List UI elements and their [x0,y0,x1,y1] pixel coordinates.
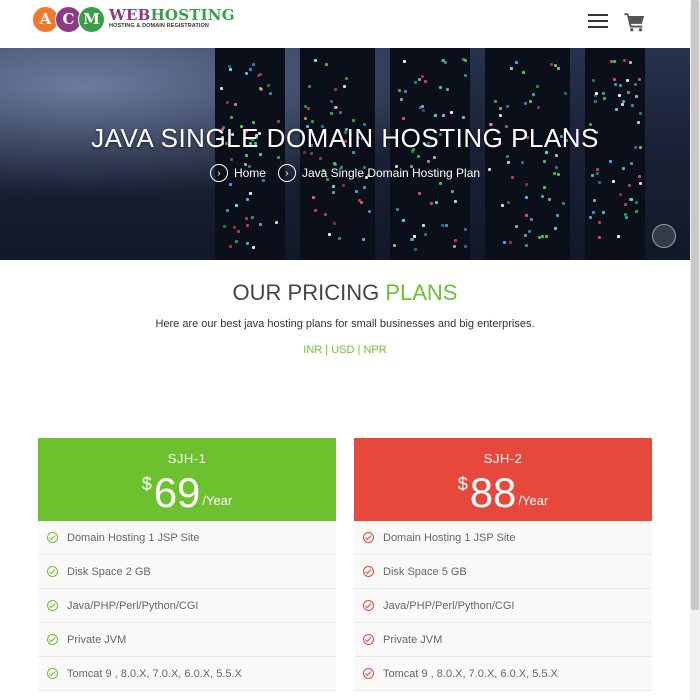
page-scrollbar[interactable] [690,0,700,700]
price-period: /Year [518,493,549,508]
currency-inr-link[interactable]: INR [303,344,322,356]
feature-label: Disk Space 5 GB [383,565,467,578]
feature-label: Private JVM [67,633,127,646]
plan-feature: Domain Hosting 1 JSP Site [354,521,652,555]
hamburger-icon[interactable] [588,14,608,30]
pricing-title-highlight: PLANS [385,280,458,305]
plan-feature: Java/PHP/Perl/Python/CGI [38,589,336,623]
logo-text: WEBHOSTING HOSTING & DOMAIN REGISTRATION [109,8,235,30]
feature-label: Disk Space 2 GB [67,565,151,578]
logo-main: WEBHOSTING [109,8,235,23]
currency-npr-link[interactable]: NPR [363,344,386,356]
check-circle-icon [47,634,58,645]
price-period: /Year [202,493,233,508]
pricing-subtitle: Here are our best java hosting plans for… [155,318,535,330]
logo-main-web: WEB [109,6,151,25]
plan-feature: Private JVM [38,623,336,657]
currency-switcher: INR | USD | NPR [0,344,690,356]
plan-feature: Tomcat 9 , 8.0.X, 7.0.X, 6.0.X, 5.5.X [354,657,652,691]
plan-feature: Disk Space 2 GB [38,555,336,589]
breadcrumb-home[interactable]: › Home [209,164,266,182]
breadcrumb-current[interactable]: › Java Single Domain Hosting Plan [277,164,481,182]
plan-price: $ 69 /Year [38,470,336,516]
check-circle-icon [47,566,58,577]
plan-feature: Java/PHP/Perl/Python/CGI [354,589,652,623]
plan-card-header: SJH-1 $ 69 /Year [38,438,336,521]
plan-name: SJH-1 [167,451,207,466]
check-circle-icon [47,668,58,679]
breadcrumb-current-label: Java Single Domain Hosting Plan [301,166,481,180]
feature-label: Domain Hosting 1 JSP Site [67,531,200,544]
plan-card-sjh-1: SJH-1 $ 69 /Year Domain Hosting 1 JSP Si… [38,438,336,691]
pricing-title: OUR PRICING PLANS [0,280,690,306]
plan-feature: Tomcat 9 , 8.0.X, 7.0.X, 6.0.X, 5.5.X [38,657,336,691]
breadcrumb: › Home › Java Single Domain Hosting Plan [0,164,690,182]
check-circle-icon [363,600,374,611]
check-circle-icon [363,634,374,645]
cart-icon[interactable] [624,11,646,33]
plan-feature: Domain Hosting 1 JSP Site [38,521,336,555]
feature-label: Domain Hosting 1 JSP Site [383,531,516,544]
scrollbar-thumb[interactable] [691,0,699,610]
site-header: A C M WEBHOSTING HOSTING & DOMAIN REGIST… [0,0,690,48]
price-amount: 88 [469,469,517,516]
price-amount: 69 [153,469,201,516]
feature-label: Tomcat 9 , 8.0.X, 7.0.X, 6.0.X, 5.5.X [383,667,558,680]
pricing-title-main: OUR PRICING [232,280,386,305]
scroll-icon[interactable] [652,224,676,248]
feature-label: Private JVM [383,633,443,646]
currency-usd-link[interactable]: USD [331,344,354,356]
logo-main-hosting: HOSTING [150,6,235,25]
feature-label: Java/PHP/Perl/Python/CGI [67,599,199,612]
plan-feature: Private JVM [354,623,652,657]
currency-separator: | [322,344,332,356]
feature-label: Tomcat 9 , 8.0.X, 7.0.X, 6.0.X, 5.5.X [67,667,242,680]
plan-feature: Disk Space 5 GB [354,555,652,589]
hero-banner: JAVA SINGLE DOMAIN HOSTING PLANS › Home … [0,48,690,260]
price-currency-symbol: $ [457,474,468,494]
chevron-right-icon: › [209,164,228,182]
plan-card-sjh-2: SJH-2 $ 88 /Year Domain Hosting 1 JSP Si… [354,438,652,691]
plan-card-header: SJH-2 $ 88 /Year [354,438,652,521]
breadcrumb-home-label: Home [233,166,266,180]
feature-label: Java/PHP/Perl/Python/CGI [383,599,515,612]
check-circle-icon [363,668,374,679]
chevron-right-icon: › [277,164,296,182]
plan-price: $ 88 /Year [354,470,652,516]
check-circle-icon [47,532,58,543]
price-currency-symbol: $ [141,474,152,494]
logo-letter-m: M [78,5,105,33]
logo-tagline: HOSTING & DOMAIN REGISTRATION [109,23,209,30]
check-circle-icon [363,566,374,577]
check-circle-icon [363,532,374,543]
plan-name: SJH-2 [483,451,523,466]
site-logo[interactable]: A C M WEBHOSTING HOSTING & DOMAIN REGIST… [32,5,235,33]
check-circle-icon [47,600,58,611]
page-title: JAVA SINGLE DOMAIN HOSTING PLANS [91,123,599,153]
